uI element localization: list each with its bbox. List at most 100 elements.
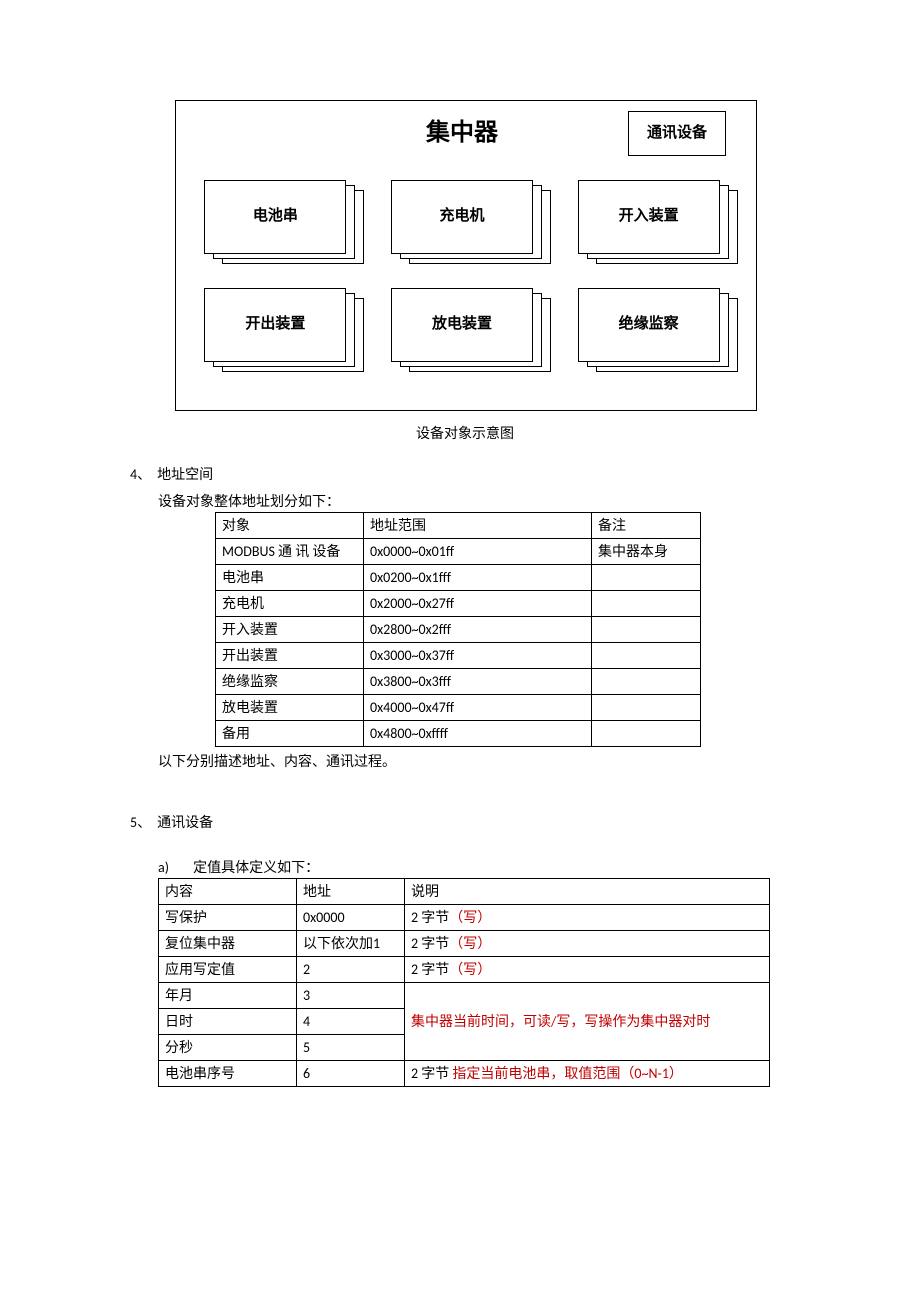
- table-row: 放电装置 0x4000~0x47ff: [216, 694, 701, 720]
- col-header-range: 地址范围: [364, 512, 592, 538]
- cell-object: 开入装置: [216, 616, 364, 642]
- cell-object: 充电机: [216, 590, 364, 616]
- cell-object: MODBUS 通 讯 设备: [216, 538, 364, 564]
- sub-title: 定值具体定义如下：: [193, 859, 319, 876]
- battery-string-box: 电池串: [204, 180, 354, 258]
- col-header-desc: 说明: [405, 878, 770, 904]
- cell-remark: [592, 616, 701, 642]
- desc-prefix: 2 字节: [411, 1065, 449, 1082]
- section-4-intro: 设备对象整体地址划分如下：: [158, 491, 790, 512]
- cell-range: 0x2800~0x2fff: [364, 616, 592, 642]
- cell-remark: [592, 694, 701, 720]
- cell-address: 3: [297, 982, 405, 1008]
- desc-prefix: 2 字节: [411, 909, 449, 926]
- cell-remark: [592, 564, 701, 590]
- diagram-row-1: 电池串 充电机 开入装置: [186, 180, 746, 258]
- col-header-object: 对象: [216, 512, 364, 538]
- cell-range: 0x3000~0x37ff: [364, 642, 592, 668]
- insulation-monitor-box: 绝缘监察: [578, 288, 728, 366]
- desc-red: （写）: [449, 935, 491, 952]
- table-row: 写保护 0x0000 2 字节（写）: [159, 904, 770, 930]
- sub-letter: a): [158, 857, 190, 878]
- cell-range: 0x4800~0xffff: [364, 720, 592, 746]
- output-device-box: 开出装置: [204, 288, 354, 366]
- cell-content: 复位集中器: [159, 930, 297, 956]
- table-row: 绝缘监察 0x3800~0x3fff: [216, 668, 701, 694]
- definition-table: 内容 地址 说明 写保护 0x0000 2 字节（写） 复位集中器 以下依次加1…: [158, 878, 770, 1087]
- desc-prefix: 2 字节: [411, 935, 449, 952]
- cell-address: 2: [297, 956, 405, 982]
- table-row: 电池串序号 6 2 字节 指定当前电池串，取值范围（0~N-1）: [159, 1060, 770, 1086]
- table-row: 应用写定值 2 2 字节（写）: [159, 956, 770, 982]
- table-row: 复位集中器 以下依次加1 2 字节（写）: [159, 930, 770, 956]
- cell-object: 电池串: [216, 564, 364, 590]
- cell-address: 5: [297, 1034, 405, 1060]
- table-row: 电池串 0x0200~0x1fff: [216, 564, 701, 590]
- box-label: 电池串: [204, 180, 346, 254]
- cell-content: 分秒: [159, 1034, 297, 1060]
- section-5a-heading: a) 定值具体定义如下：: [158, 857, 790, 878]
- cell-object: 备用: [216, 720, 364, 746]
- desc-red: （写）: [449, 961, 491, 978]
- cell-remark: [592, 668, 701, 694]
- cell-range: 0x2000~0x27ff: [364, 590, 592, 616]
- comm-device-box: 通讯设备: [628, 111, 726, 156]
- cell-range: 0x3800~0x3fff: [364, 668, 592, 694]
- col-header-content: 内容: [159, 878, 297, 904]
- table-header-row: 内容 地址 说明: [159, 878, 770, 904]
- cell-desc: 2 字节（写）: [405, 904, 770, 930]
- cell-address: 以下依次加1: [297, 930, 405, 956]
- cell-desc-merged: 集中器当前时间，可读/写，写操作为集中器对时: [405, 982, 770, 1060]
- cell-remark: 集中器本身: [592, 538, 701, 564]
- diagram-row-2: 开出装置 放电装置 绝缘监察: [186, 288, 746, 366]
- discharge-device-box: 放电装置: [391, 288, 541, 366]
- box-label: 开出装置: [204, 288, 346, 362]
- cell-desc: 2 字节 指定当前电池串，取值范围（0~N-1）: [405, 1060, 770, 1086]
- desc-prefix: 2 字节: [411, 961, 449, 978]
- table-row: 开出装置 0x3000~0x37ff: [216, 642, 701, 668]
- box-label: 绝缘监察: [578, 288, 720, 362]
- table-row: MODBUS 通 讯 设备 0x0000~0x01ff 集中器本身: [216, 538, 701, 564]
- cell-remark: [592, 720, 701, 746]
- table-row: 备用 0x4800~0xffff: [216, 720, 701, 746]
- cell-address: 0x0000: [297, 904, 405, 930]
- cell-address: 6: [297, 1060, 405, 1086]
- section-4-after: 以下分别描述地址、内容、通讯过程。: [158, 751, 790, 772]
- cell-content: 应用写定值: [159, 956, 297, 982]
- cell-object: 绝缘监察: [216, 668, 364, 694]
- cell-object: 放电装置: [216, 694, 364, 720]
- address-space-table: 对象 地址范围 备注 MODBUS 通 讯 设备 0x0000~0x01ff 集…: [215, 512, 701, 747]
- diagram-header: 集中器 通讯设备: [176, 111, 756, 156]
- cell-content: 电池串序号: [159, 1060, 297, 1086]
- cell-content: 写保护: [159, 904, 297, 930]
- desc-red: （写）: [449, 909, 491, 926]
- section-4-heading: 4、 地址空间: [130, 464, 790, 485]
- cell-remark: [592, 590, 701, 616]
- cell-range: 0x0200~0x1fff: [364, 564, 592, 590]
- box-label: 放电装置: [391, 288, 533, 362]
- cell-range: 0x4000~0x47ff: [364, 694, 592, 720]
- section-title: 通讯设备: [157, 814, 213, 831]
- section-title: 地址空间: [157, 466, 213, 483]
- col-header-address: 地址: [297, 878, 405, 904]
- box-label: 开入装置: [578, 180, 720, 254]
- diagram-caption: 设备对象示意图: [175, 423, 755, 444]
- device-diagram: 集中器 通讯设备 电池串 充电机 开入装置 开出装置 放电装置 绝缘监察: [175, 100, 757, 411]
- cell-remark: [592, 642, 701, 668]
- cell-desc: 2 字节（写）: [405, 930, 770, 956]
- cell-range: 0x0000~0x01ff: [364, 538, 592, 564]
- table-row: 充电机 0x2000~0x27ff: [216, 590, 701, 616]
- table-header-row: 对象 地址范围 备注: [216, 512, 701, 538]
- cell-content: 年月: [159, 982, 297, 1008]
- diagram-title: 集中器: [176, 115, 628, 151]
- table-row: 开入装置 0x2800~0x2fff: [216, 616, 701, 642]
- cell-content: 日时: [159, 1008, 297, 1034]
- section-number: 4、: [130, 464, 154, 485]
- charger-box: 充电机: [391, 180, 541, 258]
- desc-red: 指定当前电池串，取值范围（0~N-1）: [449, 1065, 683, 1082]
- cell-desc: 2 字节（写）: [405, 956, 770, 982]
- table-row: 年月 3 集中器当前时间，可读/写，写操作为集中器对时: [159, 982, 770, 1008]
- input-device-box: 开入装置: [578, 180, 728, 258]
- section-5-heading: 5、 通讯设备: [130, 812, 790, 833]
- section-number: 5、: [130, 812, 154, 833]
